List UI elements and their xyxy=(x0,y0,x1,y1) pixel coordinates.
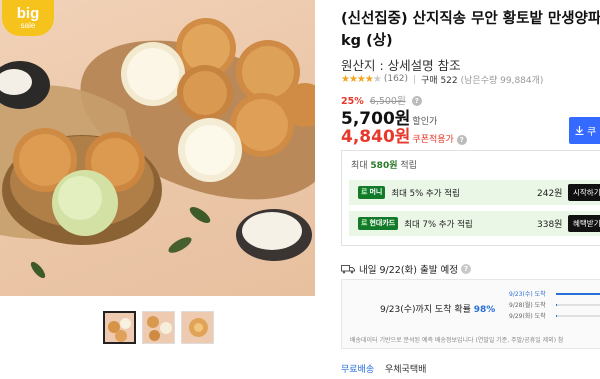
shipping-eta-text: 내일 9/22(화) 출발 예정 xyxy=(359,265,458,276)
delivery-probability: 9/23(수)까지 도착 확률 98% xyxy=(380,302,495,315)
tag-mark: 로 xyxy=(361,219,368,227)
thumbnail-2[interactable] xyxy=(142,311,175,344)
delivery-row: 9/29(화) 도착 xyxy=(509,310,600,321)
reward-heading-prefix: 최대 xyxy=(351,161,371,171)
delivery-probability-box: 9/23(수)까지 도착 확률 98% 9/23(수) 도착 9/28(월) 도… xyxy=(341,279,600,349)
thumbnail-1[interactable] xyxy=(103,311,136,344)
reward-text: 최대 7% 추가 적립 xyxy=(404,219,473,230)
delivery-date-label: 9/29(화) 도착 xyxy=(509,313,546,320)
reward-box: 최대 580원 적립 로 머니 최대 5% 추가 적립 242원 시작하기 로 현대… xyxy=(341,150,600,246)
delivery-bar-fill xyxy=(556,292,600,295)
hyundai-card-tag: 로 현대카드 xyxy=(358,217,399,230)
reward-row-card: 로 현대카드 최대 7% 추가 적립 338원 혜택받기 xyxy=(349,211,600,236)
delivery-date-label: 9/28(월) 도착 xyxy=(509,302,546,309)
rating-row: ★★★★★ (162) 구매 522 (남은수량 99,884개) xyxy=(341,72,543,86)
free-shipping-label[interactable]: 무료배송 xyxy=(341,365,374,375)
stock-remaining: (남은수량 99,884개) xyxy=(460,75,544,86)
delivery-probability-value: 98% xyxy=(473,305,496,315)
reward-row-money: 로 머니 최대 5% 추가 적립 242원 시작하기 xyxy=(349,180,600,205)
product-info-panel: (신선집중) 산지직송 무안 황토밭 만생양파 3 kg (상) 원산지 : 상… xyxy=(341,0,600,379)
sold-count: 구매 522 xyxy=(421,75,458,86)
download-icon xyxy=(575,126,584,135)
product-title: (신선집중) 산지직송 무안 황토밭 만생양파 3 kg (상) xyxy=(341,8,600,52)
coupon-download-button[interactable]: 쿠 xyxy=(569,117,600,144)
delivery-probability-text: 9/23(수)까지 도착 확률 xyxy=(380,305,474,315)
delivery-date-label: 9/23(수) 도착 xyxy=(509,291,546,298)
reward-amount: 338원 xyxy=(537,220,563,230)
product-title-line2: kg (상) xyxy=(341,33,393,49)
star-rating-icon[interactable]: ★★★★★ xyxy=(341,74,382,85)
delivery-distribution: 9/23(수) 도착 9/28(월) 도착 9/29(화) 도착 xyxy=(509,288,600,321)
coupon-price-row: 4,840원 쿠폰적용가 ? xyxy=(341,122,467,147)
shipping-tabs: 무료배송 우체국택배 xyxy=(341,362,426,375)
shipping-info-icon[interactable]: ? xyxy=(461,264,471,274)
delivery-bar xyxy=(556,303,600,306)
coupon-info-icon[interactable]: ? xyxy=(456,135,467,145)
tag-label: 현대카드 xyxy=(369,219,396,227)
shipping-eta: 내일 9/22(화) 출발 예정 ? xyxy=(341,262,471,276)
product-title-line1: (신선집중) 산지직송 무안 황토밭 만생양파 3 xyxy=(341,11,600,27)
badge-line1: big xyxy=(16,5,40,22)
delivery-row: 9/28(월) 도착 xyxy=(509,299,600,310)
truck-icon xyxy=(341,265,355,274)
coupon-price: 4,840원 xyxy=(341,127,411,147)
product-gallery: big sale xyxy=(0,0,320,379)
thumbnail-strip xyxy=(103,311,214,344)
delivery-row: 9/23(수) 도착 xyxy=(509,288,600,299)
thumbnail-3[interactable] xyxy=(181,311,214,344)
review-count-link[interactable]: (162) xyxy=(384,74,408,84)
rocket-money-tag: 로 머니 xyxy=(358,186,386,199)
get-benefit-button[interactable]: 혜택받기 xyxy=(568,215,600,232)
badge-line2: sale xyxy=(20,21,36,30)
reward-text: 최대 5% 추가 적립 xyxy=(391,188,460,199)
reward-amount: 242원 xyxy=(537,189,563,199)
courier-label: 우체국택배 xyxy=(385,365,427,375)
delivery-bar xyxy=(556,314,600,317)
coupon-price-label: 쿠폰적용가 xyxy=(412,135,454,145)
big-sale-badge: big sale xyxy=(2,0,54,36)
tag-mark: 로 xyxy=(361,188,368,196)
coupon-download-label: 쿠 xyxy=(587,127,597,138)
reward-heading-suffix: 적립 xyxy=(397,161,417,171)
divider xyxy=(414,74,416,84)
start-reward-button[interactable]: 시작하기 xyxy=(568,184,600,201)
delivery-bar xyxy=(556,292,600,295)
onion-photo-illustration xyxy=(0,18,315,279)
reward-heading-amount: 580원 xyxy=(370,161,398,171)
reward-heading: 최대 580원 적립 xyxy=(351,158,417,171)
delivery-note: 배송데이터 기반으로 분석된 예측 배송정보입니다 (연말일 기준, 주말/공휴… xyxy=(350,337,564,344)
tag-label: 머니 xyxy=(369,188,383,196)
product-main-image[interactable]: big sale xyxy=(0,0,315,296)
